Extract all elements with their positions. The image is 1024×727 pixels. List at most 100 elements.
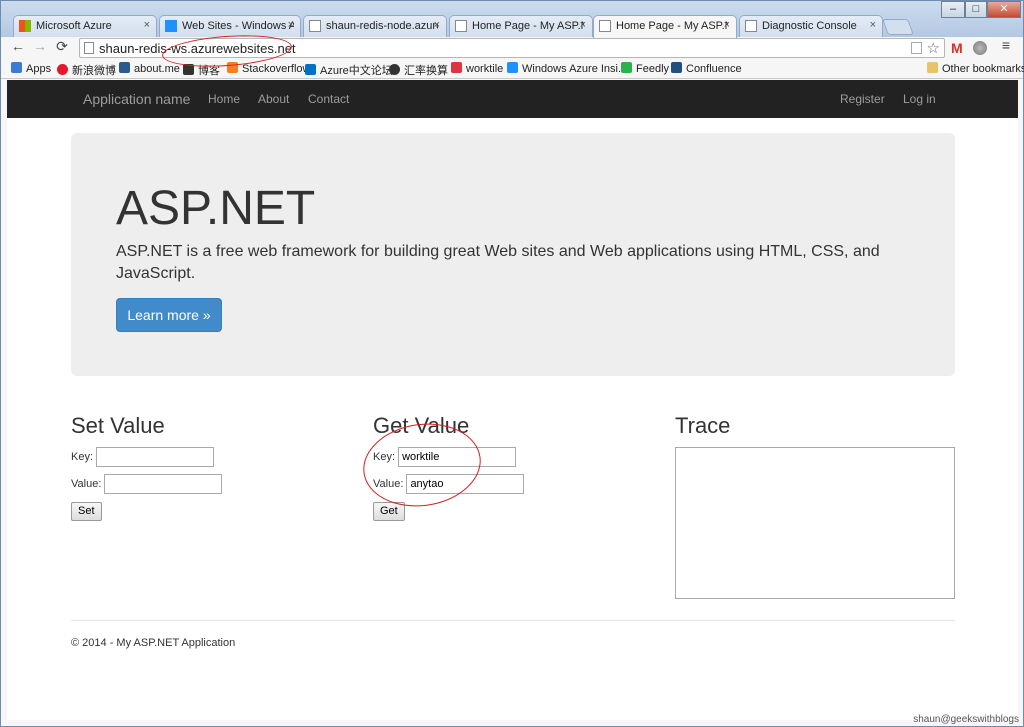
nav-home[interactable]: Home bbox=[208, 92, 240, 106]
other-bookmarks[interactable]: Other bookmarks bbox=[927, 62, 1024, 75]
blog-icon bbox=[183, 64, 194, 75]
page-icon bbox=[309, 20, 321, 32]
confluence-icon bbox=[671, 62, 682, 73]
worktile-icon bbox=[451, 62, 462, 73]
nav-register[interactable]: Register bbox=[840, 92, 885, 106]
weibo-icon bbox=[57, 64, 68, 75]
trace-panel: Trace bbox=[675, 413, 955, 599]
get-value-row: Value: bbox=[373, 474, 525, 501]
bookmark-label: 汇率换算 bbox=[404, 65, 448, 77]
reload-icon[interactable]: ⟳ bbox=[53, 38, 71, 55]
page-icon bbox=[84, 42, 94, 54]
bookmark-apps[interactable]: Apps bbox=[11, 62, 51, 75]
forward-icon[interactable]: → bbox=[31, 38, 49, 54]
set-key-row: Key: bbox=[71, 447, 222, 474]
page-icon bbox=[455, 20, 467, 32]
tab-microsoft-azure[interactable]: Microsoft Azure × bbox=[13, 15, 157, 37]
azure-grid-icon bbox=[19, 20, 31, 32]
bookmark-stackoverflow[interactable]: Stackoverflow bbox=[227, 62, 310, 75]
close-icon[interactable]: × bbox=[288, 19, 294, 31]
jumbotron: ASP.NET ASP.NET is a free web framework … bbox=[71, 133, 955, 376]
extension-globe-icon[interactable] bbox=[973, 41, 987, 55]
nav-login[interactable]: Log in bbox=[903, 92, 936, 106]
footer-divider bbox=[71, 620, 955, 621]
get-value-input[interactable] bbox=[406, 474, 525, 494]
tab-home-page-active[interactable]: Home Page - My ASP.NET × bbox=[593, 15, 737, 38]
tab-title: Home Page - My ASP.NET bbox=[616, 20, 728, 32]
bookmark-blog[interactable]: 博客 bbox=[183, 62, 220, 78]
windows-icon bbox=[165, 20, 177, 32]
close-icon[interactable]: × bbox=[434, 19, 440, 31]
footer-text: © 2014 - My ASP.NET Application bbox=[71, 637, 236, 649]
folder-icon bbox=[927, 62, 938, 73]
exchange-icon bbox=[389, 64, 400, 75]
bookmark-aboutme[interactable]: about.me bbox=[119, 62, 180, 75]
get-key-label: Key: bbox=[373, 450, 396, 463]
menu-icon[interactable]: ≡ bbox=[997, 37, 1015, 53]
bookmark-label: 新浪微博 bbox=[72, 65, 116, 77]
brand-link[interactable]: Application name bbox=[83, 91, 190, 107]
watermark-text: shaun@geekswithblogs bbox=[913, 714, 1019, 725]
get-key-row: Key: bbox=[373, 447, 524, 474]
close-icon[interactable]: × bbox=[580, 19, 586, 31]
get-value-label: Value: bbox=[373, 477, 404, 490]
tab-home-page-1[interactable]: Home Page - My ASP.NET × bbox=[449, 15, 593, 37]
get-value-heading: Get Value bbox=[373, 413, 470, 438]
jumbotron-lead: ASP.NET is a free web framework for buil… bbox=[116, 243, 880, 282]
bookmark-label: Confluence bbox=[686, 63, 742, 75]
learn-more-button[interactable]: Learn more » bbox=[116, 298, 222, 332]
close-window-button[interactable]: ✕ bbox=[987, 1, 1021, 18]
new-tab-button[interactable] bbox=[882, 19, 914, 35]
url-text[interactable]: shaun-redis-ws.azurewebsites.net bbox=[99, 41, 296, 56]
page-action-icon[interactable] bbox=[911, 42, 922, 54]
back-icon[interactable]: ← bbox=[9, 38, 27, 54]
bookmark-label: Feedly bbox=[636, 63, 670, 75]
tab-diagnostic-console[interactable]: Diagnostic Console × bbox=[739, 15, 883, 37]
tab-title: Web Sites - Windows Azu bbox=[182, 20, 294, 32]
feedly-icon bbox=[621, 62, 632, 73]
close-icon[interactable]: × bbox=[724, 19, 730, 31]
bookmark-label: Windows Azure Insi... bbox=[522, 63, 628, 75]
tab-web-sites[interactable]: Web Sites - Windows Azu × bbox=[159, 15, 301, 37]
bookmark-azure-forum[interactable]: Azure中文论坛 bbox=[305, 62, 393, 78]
bookmarks-bar: Apps 新浪微博 about.me 博客 Stackoverflow Azur… bbox=[1, 59, 1024, 79]
bookmark-exchange[interactable]: 汇率换算 bbox=[389, 62, 448, 78]
set-value-row: Value: bbox=[71, 474, 223, 501]
bookmark-label: about.me bbox=[134, 63, 180, 75]
bookmark-star-icon[interactable]: ☆ bbox=[927, 39, 940, 57]
page-icon bbox=[745, 20, 757, 32]
bookmark-azure-insider[interactable]: Windows Azure Insi... bbox=[507, 62, 627, 75]
bookmark-label: Other bookmarks bbox=[942, 63, 1024, 75]
bookmark-weibo[interactable]: 新浪微博 bbox=[57, 62, 116, 78]
get-key-input[interactable] bbox=[398, 447, 517, 467]
trace-textarea[interactable] bbox=[675, 447, 955, 599]
tab-redis-node[interactable]: shaun-redis-node.azurew × bbox=[303, 15, 447, 37]
gmail-icon[interactable]: M bbox=[951, 40, 963, 56]
page-viewport: Application name Home About Contact Regi… bbox=[7, 31, 1018, 720]
azure-icon bbox=[305, 64, 316, 75]
tab-title: Microsoft Azure bbox=[36, 20, 112, 32]
nav-contact[interactable]: Contact bbox=[308, 92, 349, 106]
address-bar[interactable]: shaun-redis-ws.azurewebsites.net ☆ bbox=[79, 38, 945, 58]
apps-grid-icon bbox=[11, 62, 22, 73]
bookmark-worktile[interactable]: worktile bbox=[451, 62, 503, 75]
close-icon[interactable]: × bbox=[870, 19, 876, 31]
minimize-button[interactable]: – bbox=[941, 1, 965, 18]
aboutme-icon bbox=[119, 62, 130, 73]
bookmark-feedly[interactable]: Feedly bbox=[621, 62, 669, 75]
stackoverflow-icon bbox=[227, 62, 238, 73]
bookmark-confluence[interactable]: Confluence bbox=[671, 62, 742, 75]
nav-about[interactable]: About bbox=[258, 92, 289, 106]
set-button[interactable]: Set bbox=[71, 502, 102, 521]
close-icon[interactable]: × bbox=[144, 19, 150, 31]
get-value-panel: Get Value Key: Value: Get bbox=[373, 413, 525, 521]
bookmark-label: Stackoverflow bbox=[242, 63, 311, 75]
bookmark-label: Azure中文论坛 bbox=[320, 65, 393, 77]
get-button[interactable]: Get bbox=[373, 502, 405, 521]
maximize-button[interactable]: □ bbox=[965, 1, 987, 18]
tab-title: shaun-redis-node.azurew bbox=[326, 20, 438, 32]
set-key-input[interactable] bbox=[96, 447, 215, 467]
set-value-input[interactable] bbox=[104, 474, 223, 494]
tab-strip: Microsoft Azure × Web Sites - Windows Az… bbox=[1, 1, 1023, 38]
jumbotron-title: ASP.NET bbox=[116, 182, 316, 235]
